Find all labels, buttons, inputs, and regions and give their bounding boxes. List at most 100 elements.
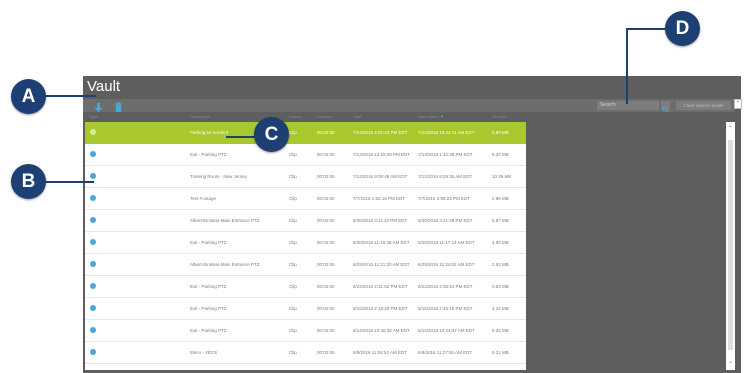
row-file-size: 2.96 MB <box>492 196 509 201</box>
column-date-added-label: Date added <box>418 114 439 119</box>
expand-icon[interactable] <box>90 195 96 201</box>
table-row[interactable]: Exit - Parking PTZ Clip 00:02:00 6/30/20… <box>85 232 526 254</box>
row-description: Exit - Parking PTZ <box>190 284 227 289</box>
column-file-size[interactable]: File size <box>492 114 507 119</box>
window-title: Vault <box>87 78 121 95</box>
sort-descending-icon: ▼ <box>439 114 444 119</box>
column-type[interactable]: Type <box>89 114 98 119</box>
callout-c: C <box>254 117 289 152</box>
row-type: Clip <box>289 306 297 311</box>
table-row[interactable]: Exit - Parking PTZ Clip 00:02:00 6/15/20… <box>85 298 526 320</box>
row-file-size: 0.83 MB <box>492 284 509 289</box>
download-icon[interactable] <box>93 100 104 112</box>
row-type: Clip <box>289 284 297 289</box>
row-description: Exit - Parking PTZ <box>190 152 227 157</box>
row-duration: 00:02:00 <box>317 174 335 179</box>
recordings-list: Parking lot incident Clip 00:02:00 7/14/… <box>85 122 526 370</box>
row-file-size: 8.20 MB <box>492 152 509 157</box>
row-duration: 00:02:00 <box>317 218 335 223</box>
column-duration[interactable]: Duration <box>317 114 332 119</box>
table-row[interactable]: Exit - Parking PTZ Clip 00:02:00 6/14/20… <box>85 320 526 342</box>
callout-d: D <box>665 11 700 46</box>
table-row[interactable]: Albert-Einstein-Main Entrance PTZ Clip 0… <box>85 254 526 276</box>
row-type: Clip <box>289 218 297 223</box>
row-description: Albert-Einstein-Main Entrance PTZ <box>190 262 260 267</box>
column-source[interactable]: Source <box>289 114 302 119</box>
row-date-added: 6/15/2016 2:45:15 PM EDT <box>418 306 473 311</box>
callout-b-line <box>40 181 94 183</box>
row-date-added: 6/30/2016 3:21:28 PM EDT <box>418 218 473 223</box>
row-description: Exit - Parking PTZ <box>190 306 227 311</box>
scroll-down-icon[interactable]: ⌄ <box>726 358 735 365</box>
callout-a: A <box>11 79 46 114</box>
row-description: Exit - Parking PTZ <box>190 328 227 333</box>
column-description[interactable]: Description <box>190 114 210 119</box>
row-file-size: 4.80 MB <box>492 240 509 245</box>
row-type: Clip <box>289 152 297 157</box>
row-file-size: 5.90 MB <box>492 130 509 135</box>
row-date-added: 7/13/2016 1:42:28 PM EDT <box>418 152 473 157</box>
expand-icon[interactable] <box>90 239 96 245</box>
row-description: Training Room - New Jersey <box>190 174 247 179</box>
table-row[interactable]: Test Footage Clip 00:02:00 7/7/2016 1:52… <box>85 188 526 210</box>
table-header: Type Description Source Duration Start D… <box>83 112 735 122</box>
row-start: 7/12/2016 9:08:48 AM EDT <box>353 174 408 179</box>
row-duration: 00:02:00 <box>317 306 335 311</box>
table-row[interactable]: Parking lot incident Clip 00:02:00 7/14/… <box>85 122 526 144</box>
column-date-added[interactable]: Date added ▼ <box>418 114 444 119</box>
row-start: 7/14/2016 4:01:43 PM EDT <box>353 130 408 135</box>
scroll-up-icon[interactable]: ⌃ <box>726 125 735 132</box>
row-date-added: 6/29/2016 11:34:02 AM EDT <box>418 262 475 267</box>
row-date-added: 7/14/2016 10:42:11 AM EDT <box>418 130 475 135</box>
row-description: Eleco - 2ECS <box>190 350 218 355</box>
row-type: Clip <box>289 240 297 245</box>
row-date-added: 6/22/2016 2:35:54 PM EDT <box>418 284 473 289</box>
row-description: Test Footage <box>190 196 217 201</box>
trash-icon[interactable] <box>113 100 124 112</box>
table-row[interactable]: Exit - Parking PTZ Clip 00:02:00 7/13/20… <box>85 144 526 166</box>
table-row[interactable]: Training Room - New Jersey Clip 00:02:00… <box>85 166 526 188</box>
page-scroll-up-icon[interactable]: ⌃ <box>734 99 742 109</box>
row-description: Exit - Parking PTZ <box>190 240 227 245</box>
row-duration: 00:02:00 <box>317 196 335 201</box>
row-duration: 00:02:00 <box>317 240 335 245</box>
table-row[interactable]: Exit - Parking PTZ Clip 00:02:00 6/22/20… <box>85 276 526 298</box>
expand-icon[interactable] <box>90 261 96 267</box>
expand-icon[interactable] <box>90 327 96 333</box>
row-file-size: 10.38 MB <box>492 174 512 179</box>
row-type: Clip <box>289 174 297 179</box>
search-input[interactable]: Search <box>597 101 659 110</box>
search-button[interactable] <box>661 101 670 113</box>
row-description: Parking lot incident <box>190 130 229 135</box>
row-start: 6/30/2016 3:11:43 PM EDT <box>353 218 408 223</box>
expand-icon[interactable] <box>90 151 96 157</box>
expand-icon[interactable] <box>90 173 96 179</box>
clear-search-button[interactable]: Clear search results <box>676 101 731 110</box>
expand-icon[interactable] <box>90 349 96 355</box>
row-file-size: 2.52 MB <box>492 262 509 267</box>
row-duration: 00:02:00 <box>317 284 335 289</box>
row-date-added: 6/14/2016 10:24:37 AM EDT <box>418 328 475 333</box>
scrollbar-thumb[interactable] <box>728 140 733 350</box>
expand-icon[interactable] <box>90 217 96 223</box>
expand-icon[interactable] <box>90 283 96 289</box>
row-duration: 00:02:00 <box>317 328 335 333</box>
vertical-scrollbar[interactable]: ⌃ ⌄ <box>726 122 735 370</box>
row-duration: 00:02:00 <box>317 262 335 267</box>
callout-a-line <box>40 95 96 97</box>
row-type: Clip <box>289 130 297 135</box>
table-row[interactable]: Albert-Einstein-Main Entrance PTZ Clip 0… <box>85 210 526 232</box>
row-date-added: 7/7/2016 2:58:23 PM EDT <box>418 196 471 201</box>
vault-window: Vault Search Clear search results Type D… <box>83 76 741 373</box>
details-panel <box>526 122 735 370</box>
row-date-added: 6/9/2016 11:27:50 AM EDT <box>418 350 472 355</box>
column-start[interactable]: Start <box>353 114 361 119</box>
row-start: 6/15/2016 2:18:28 PM EDT <box>353 306 408 311</box>
expand-icon[interactable] <box>90 305 96 311</box>
table-row[interactable]: Eleco - 2ECS Clip 00:02:00 6/9/2016 11:0… <box>85 342 526 364</box>
expand-icon[interactable] <box>90 129 96 135</box>
row-start: 6/22/2016 2:31:52 PM EDT <box>353 284 408 289</box>
row-start: 6/14/2016 10:30:32 AM EDT <box>353 328 410 333</box>
row-type: Clip <box>289 196 297 201</box>
row-start: 6/29/2016 11:21:20 AM EDT <box>353 262 410 267</box>
